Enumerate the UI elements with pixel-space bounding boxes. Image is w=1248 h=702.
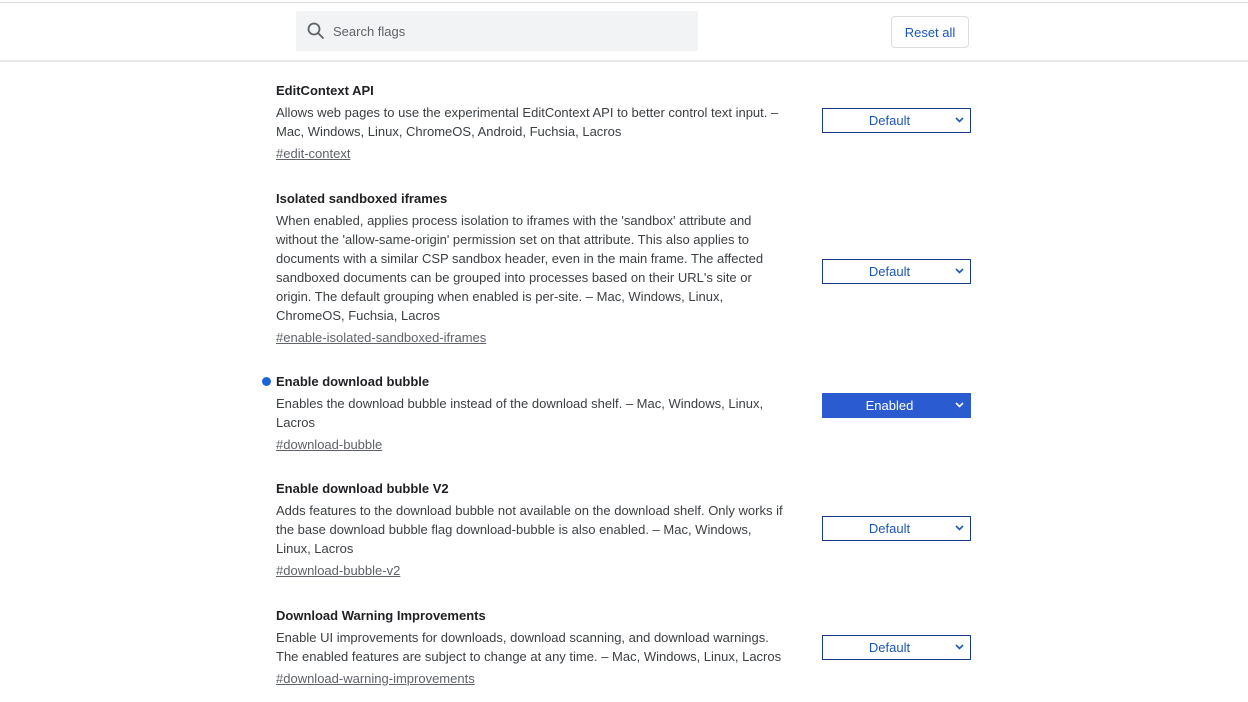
flag-description-line: ChromeOS, Fuchsia, Lacros <box>276 308 441 323</box>
flag-description-line: without the 'allow-same-origin' permissi… <box>276 232 749 247</box>
flag-state-value: Default <box>868 113 911 128</box>
flag-title-text: Enable download bubble V2 <box>276 481 449 496</box>
flag-link[interactable]: #download-bubble-v2 <box>276 561 400 580</box>
flag-description-line: origin. The default grouping when enable… <box>276 289 724 304</box>
flag-description: When enabled, applies process isolation … <box>276 211 816 325</box>
flag-state-select[interactable]: Enabled <box>822 393 971 418</box>
chevron-down-icon <box>955 402 964 408</box>
flag-item: Enable download bubble Enables the downlo… <box>262 372 976 454</box>
flag-state-select[interactable]: Default <box>822 259 971 284</box>
flag-link[interactable]: #download-bubble <box>276 435 382 454</box>
search-input[interactable] <box>333 11 683 51</box>
flag-link[interactable]: #enable-isolated-sandboxed-iframes <box>276 328 486 347</box>
flag-title: Enable download bubble V2 <box>276 479 976 498</box>
flag-description-line: Enables the download bubble instead of t… <box>276 396 764 411</box>
chevron-down-icon <box>955 268 964 274</box>
flag-description: Enable UI improvements for downloads, do… <box>276 628 816 666</box>
flag-description-line: Lacros <box>276 415 316 430</box>
flag-state-select[interactable]: Default <box>822 108 971 133</box>
search-box[interactable] <box>296 11 698 51</box>
flag-description: Adds features to the download bubble not… <box>276 501 816 558</box>
flag-state-value: Default <box>868 640 911 655</box>
flag-state-value: Default <box>868 521 911 536</box>
flag-description-line: When enabled, applies process isolation … <box>276 213 752 228</box>
flag-title-text: Enable download bubble <box>276 374 430 389</box>
flag-description: Enables the download bubble instead of t… <box>276 394 816 432</box>
flag-link[interactable]: #download-warning-improvements <box>276 669 475 688</box>
flag-description-line: the base download bubble flag download-b… <box>276 522 752 537</box>
flag-title: EditContext API <box>276 81 976 100</box>
chevron-down-icon <box>955 525 964 531</box>
modified-dot-icon <box>262 377 271 386</box>
search-icon <box>307 22 325 40</box>
flag-description-line: Adds features to the download bubble not… <box>276 503 783 518</box>
flag-description-line: Mac, Windows, Linux, ChromeOS, Android, … <box>276 124 622 139</box>
flag-description-line: Linux, Lacros <box>276 541 354 556</box>
flag-description-line: Allows web pages to use the experimental… <box>276 105 779 120</box>
reset-all-button[interactable]: Reset all <box>891 16 969 48</box>
chevron-down-icon <box>955 644 964 650</box>
flag-state-value: Enabled <box>865 398 914 413</box>
flag-state-select[interactable]: Default <box>822 516 971 541</box>
flag-item: Isolated sandboxed iframes When enabled, … <box>276 189 976 347</box>
flag-state-select[interactable]: Default <box>822 635 971 660</box>
flag-title-text: Download Warning Improvements <box>276 608 486 623</box>
flag-title: Enable download bubble <box>262 372 976 391</box>
flag-title: Isolated sandboxed iframes <box>276 189 976 208</box>
flag-item: Enable download bubble V2 Adds features t… <box>276 479 976 580</box>
flag-description-line: The enabled features are subject to chan… <box>276 649 782 664</box>
flag-title: Download Warning Improvements <box>276 606 976 625</box>
flag-title-text: Isolated sandboxed iframes <box>276 191 448 206</box>
flag-item: Download Warning Improvements Enable UI i… <box>276 606 976 688</box>
flags-header: Reset all <box>0 3 1248 62</box>
chevron-down-icon <box>955 117 964 123</box>
flag-description-line: documents with a similar CSP sandbox hea… <box>276 251 764 266</box>
flag-description-line: Enable UI improvements for downloads, do… <box>276 630 769 645</box>
flag-title-text: EditContext API <box>276 83 374 98</box>
flag-description: Allows web pages to use the experimental… <box>276 103 816 141</box>
flag-state-value: Default <box>868 264 911 279</box>
flag-link[interactable]: #edit-context <box>276 144 350 163</box>
flag-item: EditContext API Allows web pages to use t… <box>276 81 976 163</box>
flag-description-line: sandboxed documents can be grouped into … <box>276 270 752 285</box>
